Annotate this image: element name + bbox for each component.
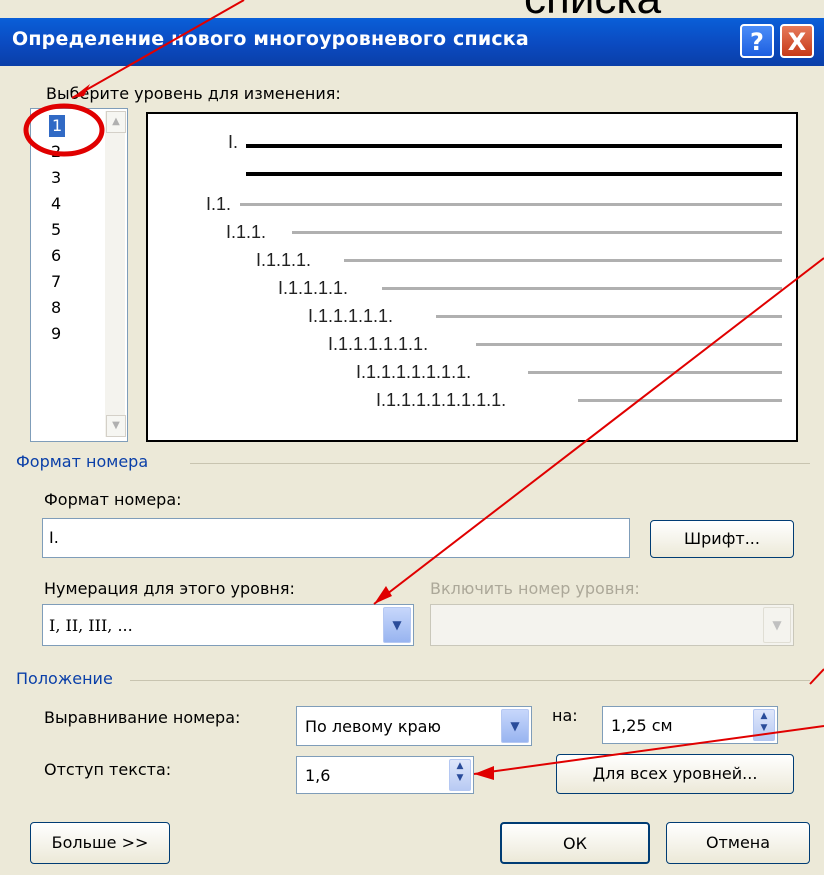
annotation-arrow: [71, 0, 245, 99]
annotation-arrow: [809, 668, 824, 685]
selection-circle: [23, 103, 105, 157]
annotation-overlay: [23, 0, 824, 780]
annotation-arrow: [373, 257, 824, 605]
arrowhead-icon: [474, 766, 494, 780]
arrowhead-icon: [374, 586, 392, 604]
annotation-arrow: [473, 725, 824, 775]
